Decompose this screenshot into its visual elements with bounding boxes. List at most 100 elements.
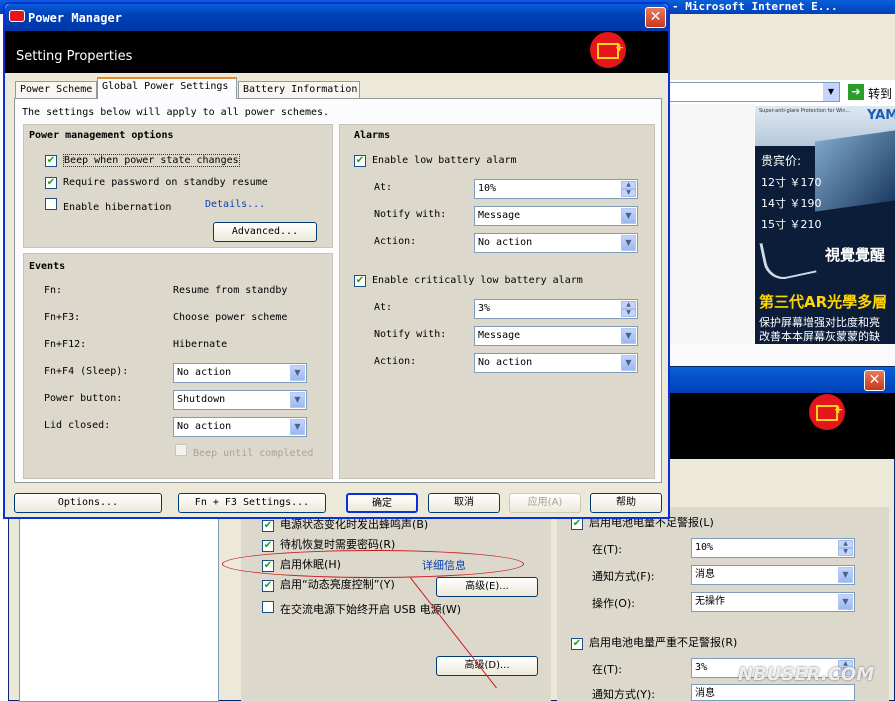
browser-title: - Microsoft Internet E...: [672, 0, 838, 13]
chevron-down-icon[interactable]: ▼: [621, 235, 636, 251]
checkbox[interactable]: ✔: [45, 177, 57, 189]
chevron-down-icon[interactable]: ▼: [621, 208, 636, 224]
chevron-down-icon[interactable]: ▼: [290, 419, 305, 435]
ad-desc-2: 改善本本屏幕灰蒙蒙的缺: [759, 330, 880, 343]
hibernation-checkbox-row[interactable]: Enable hibernation: [45, 198, 171, 213]
checkbox[interactable]: ✔: [354, 275, 366, 287]
ad-price-12: 12寸 ￥170: [761, 176, 822, 189]
low-at-value: 10%: [478, 183, 497, 194]
browser-page-strip: [668, 104, 754, 369]
crit-notify-label: Notify with:: [374, 329, 447, 340]
beep-checkbox-row[interactable]: ✔ Beep when power state changes: [45, 154, 240, 167]
checkbox[interactable]: [262, 601, 274, 613]
ad-product: 第三代AR光學多層: [759, 293, 888, 311]
sleep-select[interactable]: No action ▼: [173, 363, 307, 383]
ok-button[interactable]: 确定: [346, 493, 418, 513]
annotation-ellipse: [222, 550, 524, 578]
chevron-down-icon[interactable]: ▼: [838, 594, 853, 610]
tab-power-scheme[interactable]: Power Scheme: [15, 81, 97, 99]
lid-closed-label: Lid closed:: [44, 420, 111, 431]
bg-notify-select[interactable]: 消息 ▼: [691, 565, 855, 585]
password-checkbox-row[interactable]: ✔ Require password on standby resume: [45, 177, 268, 189]
spin-down-icon[interactable]: ▼: [621, 189, 636, 197]
crit-alarm-row[interactable]: ✔ Enable critically low battery alarm: [354, 275, 583, 287]
checkbox[interactable]: [45, 198, 57, 210]
chevron-down-icon[interactable]: ▼: [290, 365, 305, 381]
bg-advanced-button-2[interactable]: 高级(D)...: [436, 656, 538, 676]
details-link[interactable]: Details...: [205, 199, 265, 210]
crit-action-select[interactable]: No action ▼: [474, 353, 638, 373]
checkbox[interactable]: ✔: [262, 580, 274, 592]
go-arrow-icon[interactable]: ➜: [848, 84, 864, 100]
event-value-fnf12: Hibernate: [173, 339, 228, 350]
low-at-spin[interactable]: 10% ▲ ▼: [474, 179, 638, 199]
checkbox[interactable]: ✔: [571, 638, 583, 650]
bg-dialog-close-icon[interactable]: ✕: [864, 370, 885, 391]
browser-toolbar: [668, 14, 895, 80]
watermark: NBUSER.COM: [738, 664, 875, 685]
tab-global-power-settings[interactable]: Global Power Settings: [97, 77, 237, 99]
address-dropdown-icon[interactable]: ▼: [823, 83, 839, 101]
ad-price-title: 贵宾价:: [761, 154, 802, 168]
chevron-down-icon[interactable]: ▼: [290, 392, 305, 408]
crit-action-value: No action: [478, 357, 533, 368]
checkbox[interactable]: ✔: [45, 155, 57, 167]
cancel-button[interactable]: 取消: [428, 493, 500, 513]
ad-logo: 視覺覺醒: [825, 246, 886, 264]
low-action-label: Action:: [374, 236, 417, 247]
ad-tagline: Super-anti-glare Protection for Win...: [759, 108, 851, 114]
bg-row-brightness[interactable]: ✔ 启用“动态亮度控制”(Y): [262, 576, 395, 592]
tab-battery-information[interactable]: Battery Information: [238, 81, 360, 99]
low-notify-value: Message: [478, 210, 521, 221]
address-bar[interactable]: ▼: [668, 82, 840, 102]
spin-down-icon[interactable]: ▼: [838, 548, 853, 556]
low-alarm-row[interactable]: ✔ Enable low battery alarm: [354, 155, 517, 167]
close-icon[interactable]: ✕: [645, 7, 666, 28]
spin-up-icon[interactable]: ▲: [621, 181, 636, 189]
ad-screen-graphic: [815, 130, 895, 212]
go-button-label[interactable]: 转到: [868, 85, 892, 102]
low-alarm-label: Enable low battery alarm: [372, 155, 517, 166]
fn-f3-settings-button[interactable]: Fn + F3 Settings...: [178, 493, 326, 513]
options-button[interactable]: Options...: [14, 493, 162, 513]
hibernation-label: Enable hibernation: [63, 202, 172, 213]
chevron-down-icon[interactable]: ▼: [621, 355, 636, 371]
crit-notify-select[interactable]: Message ▼: [474, 326, 638, 346]
ad-banner[interactable]: Super-anti-glare Protection for Win... Y…: [755, 106, 895, 344]
checkbox[interactable]: ✔: [571, 518, 583, 530]
password-label: Require password on standby resume: [63, 177, 268, 188]
window-title: Power Manager: [28, 11, 122, 25]
crit-at-label: At:: [374, 302, 393, 313]
bg-at-spin[interactable]: 10% ▲ ▼: [691, 538, 855, 558]
chevron-down-icon[interactable]: ▼: [838, 567, 853, 583]
advanced-button[interactable]: Advanced...: [213, 222, 317, 242]
header-title: Setting Properties: [16, 49, 133, 64]
ad-calligraphy: [759, 233, 817, 283]
browser-content-lower: [668, 344, 895, 366]
bg-action-select[interactable]: 无操作 ▼: [691, 592, 855, 612]
power-button-select[interactable]: Shutdown ▼: [173, 390, 307, 410]
low-at-label: At:: [374, 182, 393, 193]
crit-at-spin[interactable]: 3% ▲ ▼: [474, 299, 638, 319]
bg-notify2-value: 消息: [695, 688, 715, 699]
checkbox[interactable]: ✔: [262, 540, 274, 552]
chevron-down-icon[interactable]: ▼: [621, 328, 636, 344]
battery-icon: [590, 32, 626, 68]
apply-button[interactable]: 应用(A): [509, 493, 581, 513]
bg-advanced-button[interactable]: 高级(E)...: [436, 577, 538, 597]
spin-up-icon[interactable]: ▲: [621, 301, 636, 309]
low-notify-select[interactable]: Message ▼: [474, 206, 638, 226]
spin-down-icon[interactable]: ▼: [621, 309, 636, 317]
checkbox[interactable]: ✔: [262, 520, 274, 532]
bg-notify2-select[interactable]: 消息: [691, 684, 855, 701]
lid-closed-select[interactable]: No action ▼: [173, 417, 307, 437]
checkbox[interactable]: ✔: [354, 155, 366, 167]
bg-alarm2-row[interactable]: ✔ 启用电池电量严重不足警报(R): [571, 634, 737, 650]
bg-notify-label: 通知方式(F):: [592, 570, 655, 583]
help-button[interactable]: 帮助: [590, 493, 662, 513]
low-action-select[interactable]: No action ▼: [474, 233, 638, 253]
spin-up-icon[interactable]: ▲: [838, 540, 853, 548]
beep-label: Beep when power state changes: [63, 154, 240, 167]
bg-dialog-left-pane: [19, 517, 219, 702]
low-notify-label: Notify with:: [374, 209, 447, 220]
